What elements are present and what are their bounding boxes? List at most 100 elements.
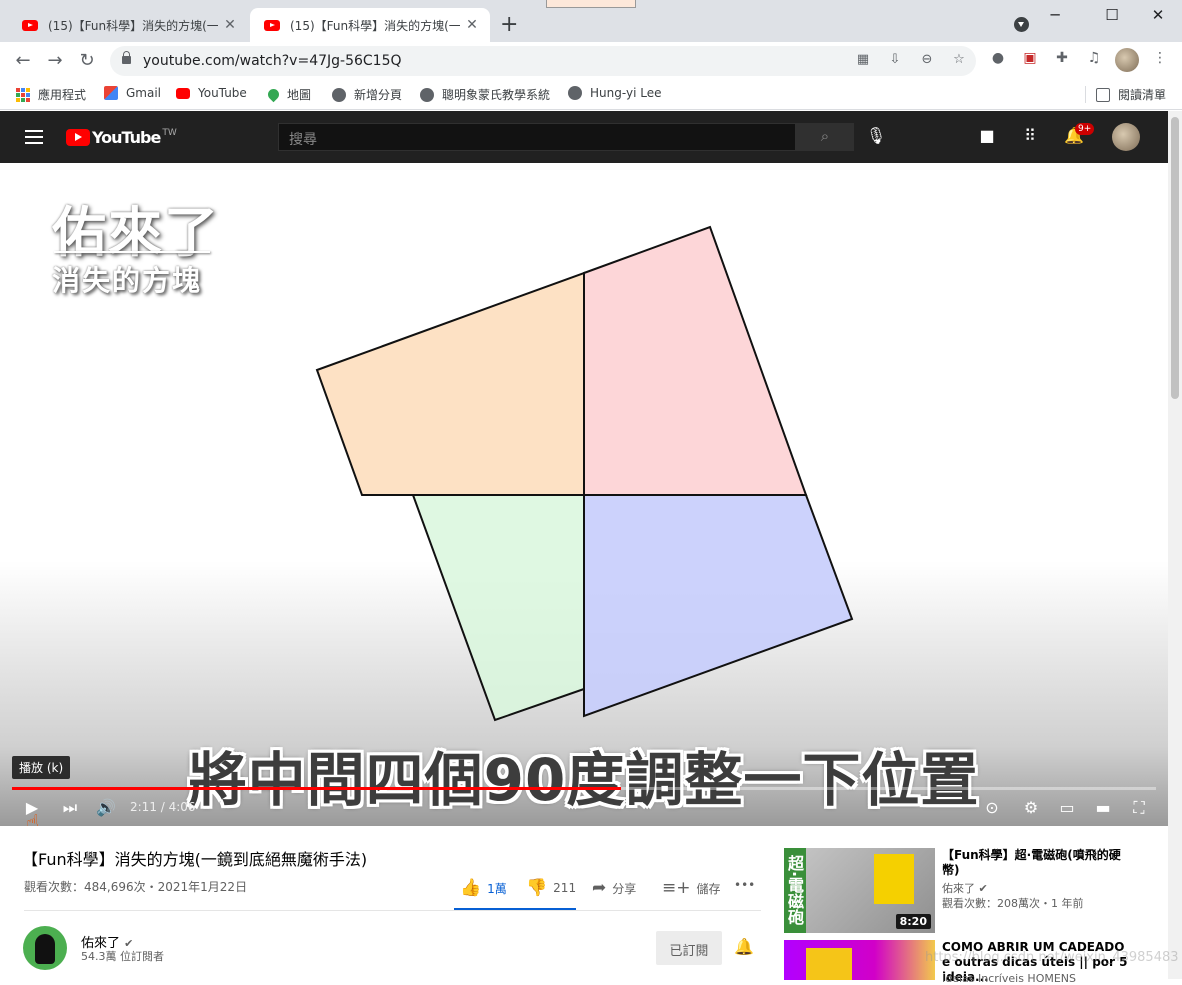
bookmark-maps[interactable]: 地圖 [265, 86, 312, 103]
blue-piece [583, 494, 854, 718]
search-button[interactable]: ⌕ [796, 123, 854, 151]
qr-code-icon[interactable]: ▦ [854, 52, 872, 70]
play-tooltip: 播放 (k) [12, 756, 71, 779]
save-button[interactable]: ≡+ 儲存 [662, 878, 721, 898]
install-icon[interactable]: ⇩ [886, 52, 904, 70]
apps-grid-icon [16, 87, 30, 102]
create-video-icon[interactable]: ■ [975, 126, 999, 150]
thumbs-down-icon: 👎 [526, 878, 548, 898]
close-window-button[interactable]: ✕ [1143, 6, 1173, 24]
close-tab-icon[interactable]: ✕ [464, 17, 480, 33]
video-meta: 觀看次數：484,696次・2021年1月22日 [24, 880, 248, 894]
subscriber-count: 54.3萬 位訂閱者 [81, 950, 164, 963]
tab-search-icon[interactable] [1014, 17, 1029, 32]
video-thumbnail[interactable] [784, 940, 935, 980]
youtube-favicon-icon [264, 19, 280, 31]
subscribed-button[interactable]: 已訂閱 [656, 931, 722, 965]
maximize-button[interactable]: ☐ [1097, 6, 1127, 24]
back-button[interactable]: ← [11, 50, 35, 71]
extension-mail-icon[interactable]: ▣ [1020, 50, 1040, 70]
tab-title: (15)【Fun科學】消失的方塊(一鏡到底絕無魔術手法) - YouTube [48, 18, 218, 33]
reading-list[interactable]: 閱讀清單 [1085, 86, 1166, 103]
region-label: TW [162, 127, 177, 138]
thumbnail-text: 超·電磁砲 [784, 848, 806, 933]
like-button[interactable]: 👍 1萬 [460, 878, 507, 898]
settings-gear-icon[interactable]: ⚙ [1019, 798, 1043, 820]
autoplay-toggle[interactable]: ⊙ [978, 798, 1006, 820]
browser-tab-1[interactable]: (15)【Fun科學】消失的方塊(一鏡到底絕無魔術手法) - YouTube ✕ [8, 8, 248, 42]
menu-icon[interactable] [25, 130, 43, 144]
bookmark-star-icon[interactable]: ☆ [950, 52, 968, 70]
green-piece [411, 494, 585, 722]
new-tab-button[interactable]: + [500, 12, 518, 37]
progress-played [12, 787, 621, 790]
miniplayer-icon[interactable]: ▭ [1055, 798, 1079, 820]
forward-button[interactable]: → [43, 50, 67, 71]
bookmark-youtube[interactable]: YouTube [176, 86, 247, 100]
bookmark-apps[interactable]: 應用程式 [16, 86, 86, 103]
hand-cursor-icon: ☝ [26, 811, 40, 826]
bookmarks-bar: 應用程式 Gmail YouTube 地圖 新增分頁 聰明象蒙氏教學系統 Hun… [0, 80, 1182, 110]
browser-tab-2[interactable]: (15)【Fun科學】消失的方塊(一鏡到底絕無魔術手法) - YouTube ✕ [250, 8, 490, 42]
image-watermark-url: https://blog.csdn.net/weixin_43985483 [925, 950, 1179, 965]
theater-mode-icon[interactable]: ▬ [1091, 798, 1115, 820]
save-label: 儲存 [696, 881, 721, 896]
lock-icon [122, 51, 131, 64]
progress-bar[interactable] [12, 787, 1156, 790]
notification-bell-icon[interactable]: 🔔 [734, 937, 754, 957]
tab-title: (15)【Fun科學】消失的方塊(一鏡到底絕無魔術手法) - YouTube [290, 18, 460, 33]
video-player[interactable]: 佑來了 消失的方塊 將中間四個90度調整一下位置 播放 (k) ▶ ⏭ 🔊 2:… [0, 163, 1168, 826]
reload-button[interactable]: ↻ [75, 50, 99, 71]
bookmark-label: 地圖 [287, 88, 312, 102]
gmail-icon [104, 86, 118, 100]
youtube-logo[interactable]: YouTube TW [66, 128, 177, 147]
next-video-button[interactable]: ⏭ [58, 798, 82, 820]
account-avatar[interactable] [1112, 123, 1140, 151]
profile-avatar[interactable] [1115, 48, 1139, 72]
share-button[interactable]: ➦ 分享 [592, 878, 636, 898]
youtube-header: YouTube TW 搜尋 ⌕ 🎙 ■ ⠿ 🔔 [0, 111, 1168, 163]
dislike-button[interactable]: 👎 211 [526, 878, 576, 898]
url-text[interactable]: youtube.com/watch?v=47Jg-56C15Q [143, 53, 402, 69]
minimize-button[interactable]: ─ [1040, 6, 1070, 24]
padlock-thumbnail-shape [806, 948, 852, 980]
video-thumbnail[interactable]: 超·電磁砲 8:20 [784, 848, 935, 933]
voice-search-mic-icon[interactable]: 🎙 [864, 126, 888, 150]
bookmark-label: Gmail [126, 86, 162, 100]
media-control-icon[interactable]: ♫ [1084, 50, 1104, 70]
bookmark-montessori[interactable]: 聰明象蒙氏教學系統 [420, 86, 550, 103]
recommended-meta: 觀看次數：208萬次・1 年前 [942, 897, 1084, 910]
recommended-channel[interactable]: 佑來了 ✔ [942, 880, 988, 896]
more-actions-label: ••• [734, 878, 756, 892]
reading-list-label: 閱讀清單 [1118, 88, 1167, 102]
scrollbar-thumb[interactable] [1171, 117, 1179, 399]
notification-badge: 9+ [1075, 123, 1095, 135]
logo-text: YouTube [92, 128, 161, 147]
address-bar[interactable]: youtube.com/watch?v=47Jg-56C15Q ▦ ⇩ ⊖ ☆ [110, 46, 976, 76]
extensions-puzzle-icon[interactable]: ✚ [1052, 50, 1072, 70]
verified-check-icon: ✔ [978, 882, 988, 895]
time-display: 2:11 / 4:06 [130, 800, 196, 814]
bookmark-gmail[interactable]: Gmail [104, 86, 161, 100]
apps-icon[interactable]: ⠿ [1018, 126, 1042, 150]
youtube-logo-icon [66, 129, 90, 146]
extension-circle-icon[interactable]: ● [988, 50, 1008, 70]
reading-list-icon [1096, 87, 1110, 102]
zoom-icon[interactable]: ⊖ [918, 52, 936, 70]
page-scrollbar[interactable] [1168, 111, 1182, 979]
channel-watermark-subtitle: 消失的方塊 [52, 264, 203, 297]
share-arrow-icon: ➦ [592, 878, 607, 898]
video-duration: 8:20 [895, 914, 931, 929]
search-input[interactable]: 搜尋 [278, 123, 796, 151]
fullscreen-icon[interactable]: ⛶ [1127, 798, 1151, 820]
more-actions-button[interactable]: ••• [734, 878, 755, 892]
globe-icon [568, 86, 582, 100]
volume-icon[interactable]: 🔊 [94, 798, 118, 820]
bookmark-new-tab[interactable]: 新增分頁 [332, 86, 402, 103]
video-title: 【Fun科學】消失的方塊(一鏡到底絕無魔術手法) [22, 850, 368, 869]
close-tab-icon[interactable]: ✕ [222, 17, 238, 33]
recommended-title[interactable]: 【Fun科學】超·電磁砲(噴飛的硬幣) [942, 848, 1132, 878]
more-menu-icon[interactable]: ⋮ [1150, 50, 1170, 70]
bookmark-hung-yi-lee[interactable]: Hung-yi Lee [568, 86, 661, 100]
channel-avatar[interactable] [23, 926, 67, 970]
